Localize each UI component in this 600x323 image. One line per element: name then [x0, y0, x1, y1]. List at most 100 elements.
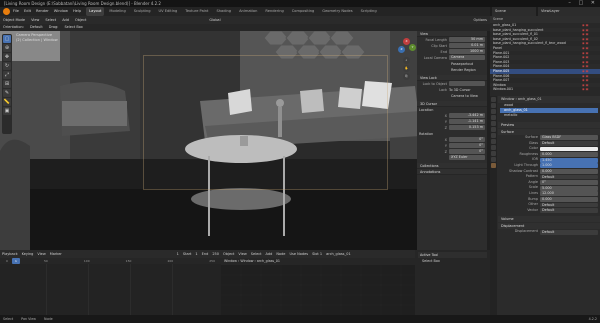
move-tool-icon[interactable]: ✥: [3, 53, 11, 61]
roughness-field[interactable]: 0.000: [540, 152, 598, 157]
tab-rendering[interactable]: Rendering: [262, 7, 286, 16]
tool-tab-icon[interactable]: [491, 97, 496, 102]
navigation-gizmo[interactable]: X Y Z ⌕ ✋ ⎘: [398, 38, 416, 82]
tab-uv-editing[interactable]: UV Editing: [156, 7, 181, 16]
drag-dropdown[interactable]: Select Box: [64, 24, 82, 31]
node-menu-node[interactable]: Node: [276, 250, 285, 258]
material-dropdown[interactable]: arch_glass_01: [326, 250, 351, 258]
focal-length-field[interactable]: 50 mm: [449, 37, 485, 42]
node-object-dropdown[interactable]: Object: [223, 250, 234, 258]
tab-shading[interactable]: Shading: [213, 7, 234, 16]
tab-layout[interactable]: Layout: [86, 7, 105, 16]
node-menu-view[interactable]: View: [238, 250, 246, 258]
tab-modeling[interactable]: Modeling: [106, 7, 128, 16]
lock-to-object-field[interactable]: [449, 81, 485, 86]
zoom-icon[interactable]: ⌕: [403, 57, 410, 64]
mode-dropdown[interactable]: Object Mode: [3, 16, 25, 24]
cursor-rot-x-field[interactable]: 0°: [449, 137, 485, 142]
data-tab-icon[interactable]: [491, 157, 496, 162]
annotations-header[interactable]: Annotations: [417, 169, 487, 175]
render-region-checkbox[interactable]: Render Region: [451, 67, 476, 73]
timeline-menu-view[interactable]: View: [37, 250, 45, 258]
select-box-tool-icon[interactable]: ▢: [3, 35, 11, 43]
lines-field[interactable]: 12.000: [540, 191, 598, 197]
window-controls[interactable]: – □ ✕: [568, 0, 598, 7]
timeline-menu-playback[interactable]: Playback: [2, 250, 18, 258]
view-layer-tab-icon[interactable]: [491, 115, 496, 120]
outliner-header[interactable]: Scene: [490, 16, 600, 23]
start-frame-field[interactable]: 1: [195, 250, 197, 258]
ior-field[interactable]: 1.450: [540, 157, 598, 163]
color-swatch[interactable]: [540, 146, 598, 152]
transform-orientation-dropdown[interactable]: Global: [209, 16, 220, 24]
visibility-icon[interactable]: ◉▣: [582, 87, 600, 92]
constraints-tab-icon[interactable]: [491, 151, 496, 156]
tab-scripting[interactable]: Scripting: [358, 7, 380, 16]
outliner-row[interactable]: Window.001 ◉▣: [490, 87, 600, 92]
scene-tab-icon[interactable]: [491, 121, 496, 126]
timeline-menu-marker[interactable]: Marker: [50, 250, 62, 258]
view-layer-selector[interactable]: ViewLayer: [538, 7, 600, 16]
tab-animation[interactable]: Animation: [236, 7, 260, 16]
preview-section[interactable]: Preview: [498, 122, 600, 128]
tab-geometry-nodes[interactable]: Geometry Nodes: [319, 7, 355, 16]
shadow-contrast-field[interactable]: 0.000: [540, 168, 598, 174]
annotate-tool-icon[interactable]: ✎: [3, 89, 11, 97]
scene-selector[interactable]: Scene: [492, 7, 536, 16]
material-tab-icon[interactable]: [491, 163, 496, 168]
viewport-menu-add[interactable]: Add: [62, 16, 69, 24]
active-tool-name[interactable]: Select Box: [418, 258, 487, 264]
vector-field[interactable]: Default: [540, 208, 598, 213]
x-axis-icon[interactable]: X: [403, 38, 410, 45]
menu-help[interactable]: Help: [73, 7, 81, 16]
tab-texture-paint[interactable]: Texture Paint: [182, 7, 211, 16]
scale-field[interactable]: 5.000: [540, 185, 598, 191]
rotation-mode-dropdown[interactable]: XYZ Euler: [449, 155, 485, 160]
add-cube-tool-icon[interactable]: ▣: [3, 107, 11, 115]
other-field[interactable]: Default: [540, 202, 598, 208]
modifier-tab-icon[interactable]: [491, 139, 496, 144]
local-camera-field[interactable]: Camera: [449, 55, 485, 60]
camera-view-icon[interactable]: ⎘: [403, 73, 410, 80]
clip-end-field[interactable]: 1000 m: [449, 49, 485, 54]
node-menu-add[interactable]: Add: [266, 250, 273, 258]
cursor-loc-x-field[interactable]: -3.442 m: [449, 113, 485, 118]
node-canvas[interactable]: [221, 265, 415, 315]
cursor-tool-icon[interactable]: ⊕: [3, 44, 11, 52]
current-frame-field[interactable]: 1: [177, 250, 179, 258]
menu-window[interactable]: Window: [54, 7, 68, 16]
tab-compositing[interactable]: Compositing: [289, 7, 318, 16]
render-tab-icon[interactable]: [491, 103, 496, 108]
cursor-loc-y-field[interactable]: -1.141 m: [449, 119, 485, 124]
menu-render[interactable]: Render: [36, 7, 49, 16]
cursor-rot-z-field[interactable]: 0°: [449, 149, 485, 154]
measure-tool-icon[interactable]: 📏: [3, 98, 11, 106]
bump-field[interactable]: 0.000: [540, 196, 598, 202]
slot-dropdown[interactable]: Slot 1: [312, 250, 322, 258]
glass-field[interactable]: Default: [540, 140, 598, 146]
cursor-rot-y-field[interactable]: 0°: [449, 143, 485, 148]
camera-to-view-checkbox[interactable]: Camera to View: [451, 93, 478, 99]
volume-section[interactable]: Volume: [498, 216, 600, 223]
object-tab-icon[interactable]: [491, 133, 496, 138]
scale-tool-icon[interactable]: ⤢: [3, 71, 11, 79]
clip-start-field[interactable]: 0.01 m: [449, 43, 485, 48]
rotate-tool-icon[interactable]: ↻: [3, 62, 11, 70]
transform-tool-icon[interactable]: ⊞: [3, 80, 11, 88]
light-through-field[interactable]: 1.000: [540, 163, 598, 169]
z-axis-icon[interactable]: Z: [398, 46, 405, 53]
pattern-field[interactable]: Default: [540, 174, 598, 180]
timeline-menu-keying[interactable]: Keying: [22, 250, 34, 258]
use-nodes-checkbox[interactable]: Use Nodes: [289, 250, 308, 258]
playhead[interactable]: 1: [12, 258, 20, 264]
displacement-field[interactable]: Default: [540, 229, 598, 235]
surface-shader-field[interactable]: Glass BSDF: [540, 135, 598, 141]
orientation-dropdown[interactable]: Default: [30, 24, 43, 31]
end-frame-field[interactable]: 250: [212, 250, 219, 258]
timeline-ruler[interactable]: 0 50 100 150 200 250: [0, 258, 221, 264]
viewport-menu-view[interactable]: View: [31, 16, 39, 24]
timeline-area[interactable]: 0 50 100 150 200 250 1: [0, 258, 221, 315]
viewport-menu-select[interactable]: Select: [45, 16, 56, 24]
world-tab-icon[interactable]: [491, 127, 496, 132]
node-menu-select[interactable]: Select: [251, 250, 262, 258]
